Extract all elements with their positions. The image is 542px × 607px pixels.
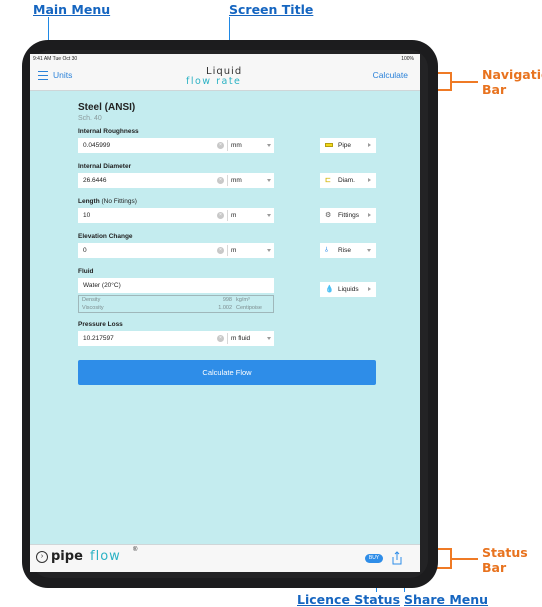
divider <box>227 140 228 151</box>
chevron-down-icon <box>367 249 371 252</box>
ios-clock: 9:41 AM Tue Oct 30 <box>33 56 78 62</box>
liquids-button[interactable]: 💧 Liquids <box>320 282 376 297</box>
status-bar-callout-line1: Status <box>482 545 528 560</box>
roughness-unit[interactable]: mm <box>231 142 242 149</box>
nav-bracket-arm <box>452 81 478 83</box>
diameter-unit[interactable]: mm <box>231 177 242 184</box>
divider <box>227 175 228 186</box>
roughness-value[interactable]: 0.045999 <box>83 142 110 149</box>
viscosity-value: 1.002 <box>218 305 232 311</box>
ios-battery: 100% <box>401 56 414 62</box>
buy-licence-button[interactable]: BUY <box>365 554 383 563</box>
main-menu-callout: Main Menu <box>33 2 111 17</box>
screen-title-callout: Screen Title <box>229 2 314 17</box>
length-label: Length (No Fittings) <box>78 198 137 205</box>
status-bar-callout-line2: Bar <box>482 560 507 575</box>
divider <box>227 210 228 221</box>
chevron-down-icon[interactable] <box>267 144 271 147</box>
elevation-field[interactable]: 0 × m <box>78 243 274 258</box>
fittings-button-label: Fittings <box>338 212 359 219</box>
fluid-value[interactable]: Water (20°C) <box>83 282 121 289</box>
navigation-bar: Units Liquid flow rate Calculate <box>30 64 420 91</box>
fluid-label: Fluid <box>78 268 94 275</box>
divider <box>227 333 228 344</box>
chevron-right-icon <box>368 143 371 147</box>
diameter-value[interactable]: 26.6446 <box>83 177 107 184</box>
calculate-flow-button[interactable]: Calculate Flow <box>78 360 376 385</box>
pipe-icon <box>325 143 333 147</box>
elevation-label: Elevation Change <box>78 233 133 240</box>
share-icon[interactable] <box>392 551 402 565</box>
hamburger-menu-icon[interactable] <box>38 71 48 80</box>
pressure-unit[interactable]: m fluid <box>231 335 250 342</box>
chevron-right-icon <box>368 287 371 291</box>
density-value: 998 <box>222 297 232 303</box>
length-label-note: (No Fittings) <box>101 198 137 205</box>
diameter-field[interactable]: 26.6446 × mm <box>78 173 274 188</box>
chevron-right-icon <box>368 213 371 217</box>
brand-registered: ® <box>133 547 138 553</box>
roughness-field[interactable]: 0.045999 × mm <box>78 138 274 153</box>
fluid-properties-box: Density 998 kg/m³ Viscosity 1.002 Centip… <box>78 295 274 313</box>
clear-icon[interactable]: × <box>217 142 224 149</box>
status-bar: › pipe flow ® BUY <box>30 544 420 572</box>
diam-button[interactable]: ⊏ Diam. <box>320 173 376 188</box>
units-button[interactable]: Units <box>53 70 72 80</box>
chevron-down-icon[interactable] <box>267 179 271 182</box>
elevation-unit[interactable]: m <box>231 247 236 254</box>
divider <box>227 245 228 256</box>
material-schedule: Sch. 40 <box>78 115 102 122</box>
fittings-icon: ⚙ <box>325 212 332 219</box>
calculate-button[interactable]: Calculate <box>373 70 408 80</box>
navigation-bar-callout-line2: Bar <box>482 82 507 97</box>
clear-icon[interactable]: × <box>217 247 224 254</box>
licence-status-callout: Licence Status <box>297 592 401 607</box>
density-unit: kg/m³ <box>236 297 250 303</box>
ios-status-bar: 9:41 AM Tue Oct 30 100% <box>30 54 420 64</box>
viscosity-unit: Centipoise <box>236 305 262 311</box>
pipe-button[interactable]: Pipe <box>320 138 376 153</box>
fluid-field[interactable]: Water (20°C) <box>78 278 274 293</box>
chevron-down-icon[interactable] <box>267 249 271 252</box>
share-menu-callout: Share Menu <box>404 592 489 607</box>
density-label: Density <box>82 297 101 303</box>
fittings-button[interactable]: ⚙ Fittings <box>320 208 376 223</box>
chevron-right-circle-icon: › <box>36 551 48 563</box>
material-name: Steel (ANSI) <box>78 102 136 113</box>
chevron-down-icon[interactable] <box>267 214 271 217</box>
length-value[interactable]: 10 <box>83 212 90 219</box>
elevation-value[interactable]: 0 <box>83 247 87 254</box>
pressure-value[interactable]: 10.217597 <box>83 335 114 342</box>
thermometer-icon: ⫰ <box>325 247 329 254</box>
brand-pipe: pipe <box>51 549 83 564</box>
pressure-label: Pressure Loss <box>78 321 123 328</box>
clear-icon[interactable]: × <box>217 177 224 184</box>
rise-button[interactable]: ⫰ Rise <box>320 243 376 258</box>
app-screen: 9:41 AM Tue Oct 30 100% Units Liquid flo… <box>30 54 420 572</box>
roughness-label: Internal Roughness <box>78 128 139 135</box>
clear-icon[interactable]: × <box>217 212 224 219</box>
length-label-text: Length <box>78 198 100 205</box>
length-unit[interactable]: m <box>231 212 236 219</box>
brand-flow: flow <box>90 549 121 564</box>
screen-title-flow-rate: flow rate <box>186 76 242 87</box>
clear-icon[interactable]: × <box>217 335 224 342</box>
status-bracket-arm <box>452 558 478 560</box>
diameter-label: Internal Diameter <box>78 163 132 170</box>
rise-button-label: Rise <box>338 247 352 254</box>
viscosity-label: Viscosity <box>82 305 104 311</box>
chevron-down-icon[interactable] <box>267 337 271 340</box>
chevron-right-icon <box>368 178 371 182</box>
pressure-field[interactable]: 10.217597 × m fluid <box>78 331 274 346</box>
diam-button-label: Diam. <box>338 177 355 184</box>
diameter-icon: ⊏ <box>325 177 331 184</box>
navigation-bar-callout-line1: Navigation <box>482 67 542 82</box>
pipe-button-label: Pipe <box>338 142 352 149</box>
length-field[interactable]: 10 × m <box>78 208 274 223</box>
droplet-icon: 💧 <box>325 286 334 293</box>
liquids-button-label: Liquids <box>338 286 359 293</box>
